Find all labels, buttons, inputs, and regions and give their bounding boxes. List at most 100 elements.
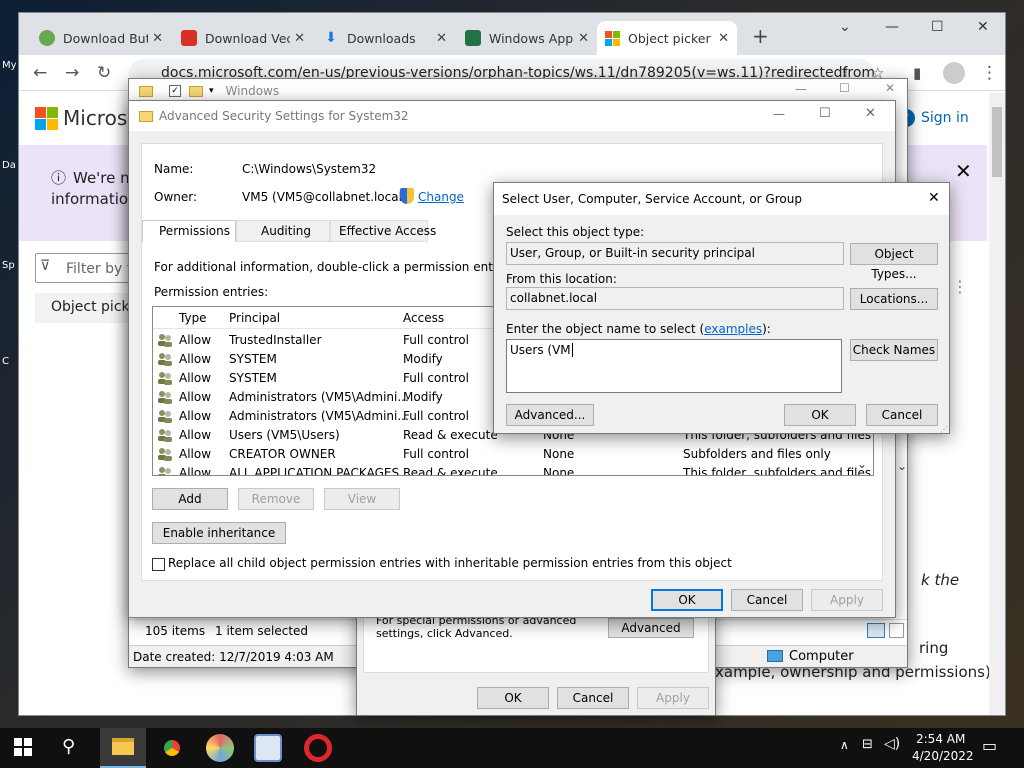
menu-kebab-icon[interactable]: ⋮ [981,63,998,83]
tab-strip: Download Butt ✕ Download Vec ✕ ⬇ Downloa… [19,13,1005,55]
browser-tab[interactable]: Download Butt ✕ [31,21,171,55]
replace-child-permissions-checkbox[interactable] [152,558,165,571]
close-icon[interactable]: ✕ [578,31,589,46]
close-banner-icon[interactable]: ✕ [955,159,972,183]
search-icon[interactable]: ⚲ [62,736,75,757]
close-icon[interactable]: ✕ [885,81,895,95]
close-icon[interactable]: ✕ [152,31,163,46]
maximize-icon[interactable]: ☐ [819,106,831,121]
minimize-icon[interactable]: — [773,107,785,121]
opera-icon[interactable] [304,734,332,762]
new-tab-button[interactable]: + [752,24,769,48]
ok-button[interactable]: OK [651,589,723,611]
table-row[interactable]: Allow CREATOR OWNER Full control None Su… [153,445,873,464]
advanced-button[interactable]: Advanced... [506,404,594,426]
show-hidden-icons-icon[interactable]: ∧ [840,738,849,752]
cancel-button[interactable]: Cancel [557,687,629,709]
page-scrollbar[interactable] [989,93,1005,715]
large-icons-view-icon[interactable] [889,623,904,638]
network-app-icon[interactable] [254,734,282,762]
locations-button[interactable]: Locations... [850,288,938,310]
examples-link[interactable]: examples [704,322,762,336]
object-name-textarea[interactable]: Users (VM [506,339,842,393]
close-icon[interactable]: ✕ [865,106,876,121]
quick-access-dropdown-icon[interactable]: ▾ [209,86,214,96]
column-header[interactable]: Type [179,311,207,325]
resize-grip-icon[interactable]: ⋰ [940,425,948,434]
tab-permissions[interactable]: Permissions [142,220,236,242]
tab-title: Download Butt [63,30,149,46]
cancel-button[interactable]: Cancel [866,404,938,426]
view-button[interactable]: View [324,488,400,510]
add-button[interactable]: Add [152,488,228,510]
taskbar-explorer-button[interactable] [100,728,146,768]
close-icon[interactable]: ✕ [928,190,940,206]
more-options-icon[interactable]: ⋮ [952,277,968,296]
properties-icon[interactable]: ✓ [169,85,181,97]
clock-date[interactable]: 4/20/2022 [912,749,974,763]
new-folder-icon[interactable] [189,85,203,97]
network-icon[interactable]: ⊟ [862,737,873,752]
advanced-button[interactable]: Advanced [608,618,694,638]
users-icon [157,352,173,366]
close-icon[interactable]: ✕ [718,31,729,46]
browser-tab[interactable]: ⬇ Downloads ✕ [315,21,455,55]
scrollbar-thumb[interactable] [992,107,1002,177]
cell-access: Full control [403,409,469,423]
table-row[interactable]: Allow ALL APPLICATION PACKAGES Read & ex… [153,464,873,475]
browser-tab[interactable]: Windows App ✕ [457,21,597,55]
tab-effective-access[interactable]: Effective Access [330,220,436,242]
close-icon[interactable]: ✕ [436,31,447,46]
app-icon[interactable] [206,734,234,762]
forward-icon[interactable]: → [65,63,79,83]
chrome-icon[interactable] [158,734,186,762]
browser-tab[interactable]: Download Vec ✕ [173,21,313,55]
minimize-icon[interactable]: — [885,19,899,35]
scroll-down-icon[interactable]: ⌄ [897,459,907,473]
cell-type: Allow [179,390,212,404]
desktop-icon-label[interactable]: Sp [2,260,15,271]
desktop-icon-label[interactable]: My [2,60,17,71]
minimize-icon[interactable]: — [795,82,807,96]
users-icon [157,409,173,423]
apply-button[interactable]: Apply [637,687,709,709]
back-icon[interactable]: ← [33,63,47,83]
cell-principal: SYSTEM [229,352,277,366]
column-header[interactable]: Access [403,311,444,325]
object-types-button[interactable]: Object Types... [850,243,938,281]
side-panel-icon[interactable]: ▮ [913,64,921,82]
check-names-button[interactable]: Check Names [850,339,938,361]
close-icon[interactable]: ✕ [977,19,989,35]
change-owner-link[interactable]: Change [418,190,464,204]
browser-tab-active[interactable]: Object picker ✕ [597,21,737,55]
profile-avatar[interactable] [943,62,965,84]
start-windows-icon[interactable] [14,738,32,756]
cell-access: Read & execute [403,428,498,442]
list-scroll-down-icon[interactable]: ⌄ [857,457,867,471]
desktop-icon-label[interactable]: Da [2,160,16,171]
clock-time[interactable]: 2:54 AM [916,732,965,746]
close-icon[interactable]: ✕ [294,31,305,46]
remove-button[interactable]: Remove [238,488,314,510]
column-header[interactable]: Principal [229,311,280,325]
sign-in-link[interactable]: Sign in [921,110,969,126]
dialog-titlebar: Advanced Security Settings for System32 … [129,101,895,131]
desktop-icon-label[interactable]: C [2,356,9,367]
apply-button[interactable]: Apply [811,589,883,611]
enable-inheritance-button[interactable]: Enable inheritance [152,522,286,544]
folder-icon [139,85,153,97]
details-view-icon[interactable] [867,623,885,638]
tab-search-icon[interactable]: ⌄ [839,19,851,35]
cancel-button[interactable]: Cancel [731,589,803,611]
volume-icon[interactable]: ◁) [884,736,900,752]
body-text: ring [919,639,949,657]
tab-label: Auditing [261,224,312,238]
tab-auditing[interactable]: Auditing [236,220,330,242]
maximize-icon[interactable]: ☐ [839,81,850,95]
reload-icon[interactable]: ↻ [97,63,111,83]
notifications-icon[interactable]: ▭ [982,736,997,755]
computer-label: Computer [789,649,854,664]
ok-button[interactable]: OK [477,687,549,709]
maximize-icon[interactable]: ☐ [931,19,944,35]
ok-button[interactable]: OK [784,404,856,426]
